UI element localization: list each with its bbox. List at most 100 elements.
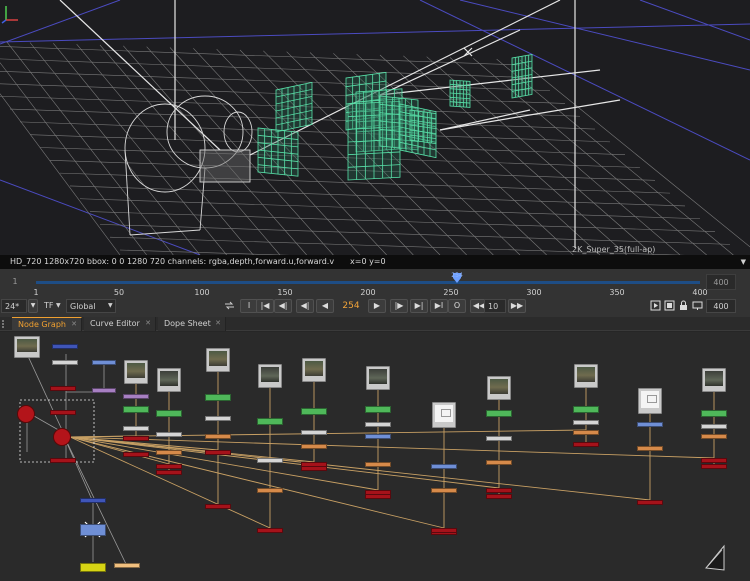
current-frame-field[interactable]: 254	[336, 299, 366, 313]
increment-field[interactable]: 10	[484, 299, 506, 313]
shuffle-node[interactable]	[80, 524, 106, 536]
navigator-icon[interactable]	[702, 538, 728, 574]
viewer-node[interactable]	[80, 563, 106, 572]
write-node[interactable]	[205, 450, 231, 455]
grade-node[interactable]	[92, 360, 116, 365]
scene-node[interactable]	[53, 428, 71, 446]
transform-node[interactable]	[431, 464, 457, 469]
write-node[interactable]	[365, 494, 391, 499]
fps-field[interactable]: 24*	[1, 299, 27, 313]
previous-keyframe-button[interactable]: |◀	[256, 299, 274, 313]
close-icon[interactable]: ✕	[71, 318, 77, 331]
panel-grip-icon[interactable]	[2, 320, 8, 328]
project3d-node[interactable]	[365, 462, 391, 467]
tab-curve-editor[interactable]: Curve Editor ✕	[84, 317, 156, 331]
write-node[interactable]	[123, 436, 149, 441]
project3d-node[interactable]	[257, 488, 283, 493]
read-node[interactable]	[206, 348, 230, 372]
timeline-ruler[interactable]: 1 50 100 150 200 250 300 350 400 254	[33, 272, 707, 297]
read-node[interactable]	[432, 402, 456, 428]
close-icon[interactable]: ✕	[215, 317, 221, 330]
merge-node[interactable]	[52, 360, 78, 365]
card-node[interactable]	[257, 418, 283, 425]
scanline-render-node[interactable]	[50, 410, 76, 415]
transform-node[interactable]	[123, 394, 149, 399]
card-node[interactable]	[701, 410, 727, 417]
write-node[interactable]	[701, 464, 727, 469]
3d-viewer[interactable]: 2K_Super_35(full-ap)	[0, 0, 750, 255]
read-node[interactable]	[487, 376, 511, 400]
card-node[interactable]	[573, 406, 599, 413]
card-node[interactable]	[365, 406, 391, 413]
transform-node[interactable]	[365, 422, 391, 427]
transform-node[interactable]	[156, 432, 182, 437]
transform-node[interactable]	[301, 430, 327, 435]
tf-dropdown[interactable]: TF	[44, 299, 54, 313]
write-node[interactable]	[50, 386, 76, 391]
card-node[interactable]	[156, 410, 182, 417]
card-node[interactable]	[301, 408, 327, 415]
close-icon[interactable]: ✕	[145, 317, 151, 330]
timeline-end-frame[interactable]: 400	[706, 274, 736, 290]
next-increment-button[interactable]: ▶|	[410, 299, 428, 313]
project3d-node[interactable]	[205, 434, 231, 439]
camera-node[interactable]	[17, 405, 35, 423]
project3d-node[interactable]	[301, 444, 327, 449]
tab-node-graph[interactable]: Node Graph ✕	[12, 317, 82, 331]
project3d-node[interactable]	[486, 460, 512, 465]
timeline-start-frame[interactable]: 1	[0, 274, 30, 290]
lock-icon[interactable]	[678, 300, 689, 311]
read-node[interactable]	[574, 364, 598, 388]
transform-node[interactable]	[205, 416, 231, 421]
play-forward-button[interactable]: ▶	[368, 299, 386, 313]
write-node[interactable]	[156, 464, 182, 469]
project3d-node[interactable]	[637, 446, 663, 451]
read-node[interactable]	[157, 368, 181, 392]
write-node[interactable]	[156, 470, 182, 475]
stop-button[interactable]: O	[448, 299, 466, 313]
project3d-node[interactable]	[431, 488, 457, 493]
transform-node[interactable]	[365, 434, 391, 439]
write-node[interactable]	[637, 500, 663, 505]
play-range-icon[interactable]	[650, 300, 661, 311]
play-backward-button[interactable]: ◀	[316, 299, 334, 313]
read-node[interactable]	[14, 336, 40, 358]
write-node[interactable]	[486, 488, 512, 493]
read-node[interactable]	[124, 360, 148, 384]
card-node[interactable]	[205, 394, 231, 401]
project3d-node[interactable]	[156, 450, 182, 455]
write-node[interactable]	[486, 494, 512, 499]
render-output-node[interactable]	[50, 458, 76, 463]
cache-icon[interactable]	[664, 300, 675, 311]
write-node[interactable]	[301, 466, 327, 471]
read-node[interactable]	[258, 364, 282, 388]
write-node[interactable]	[431, 528, 457, 533]
reformat-node[interactable]	[80, 498, 106, 503]
card-node[interactable]	[123, 406, 149, 413]
write-node[interactable]	[573, 442, 599, 447]
project3d-node[interactable]	[701, 434, 727, 439]
transform-node[interactable]	[701, 424, 727, 429]
transform-node[interactable]	[123, 426, 149, 431]
end-frame-field[interactable]: 400	[706, 299, 736, 313]
write-node[interactable]	[205, 504, 231, 509]
loop-mode-icon[interactable]	[224, 300, 235, 311]
transform-node[interactable]	[257, 458, 283, 463]
fps-dropdown-icon[interactable]: ▼	[28, 299, 38, 313]
read-node[interactable]	[638, 388, 662, 414]
write-node[interactable]	[701, 458, 727, 463]
backdrop-node[interactable]	[114, 563, 140, 568]
read-node[interactable]	[366, 366, 390, 390]
previous-increment-button[interactable]: ◀|	[274, 299, 292, 313]
next-frame-button[interactable]: |▶	[390, 299, 408, 313]
transform-node[interactable]	[573, 420, 599, 425]
card-node[interactable]	[486, 410, 512, 417]
tab-dope-sheet[interactable]: Dope Sheet ✕	[158, 317, 226, 331]
info-toggle-icon[interactable]: ▼	[741, 255, 746, 269]
previous-frame-button[interactable]: ◀|	[296, 299, 314, 313]
write-node[interactable]	[123, 452, 149, 457]
project3d-node[interactable]	[573, 430, 599, 435]
camera-tracker-node[interactable]	[92, 388, 116, 393]
transform-node[interactable]	[52, 344, 78, 349]
write-node[interactable]	[257, 528, 283, 533]
